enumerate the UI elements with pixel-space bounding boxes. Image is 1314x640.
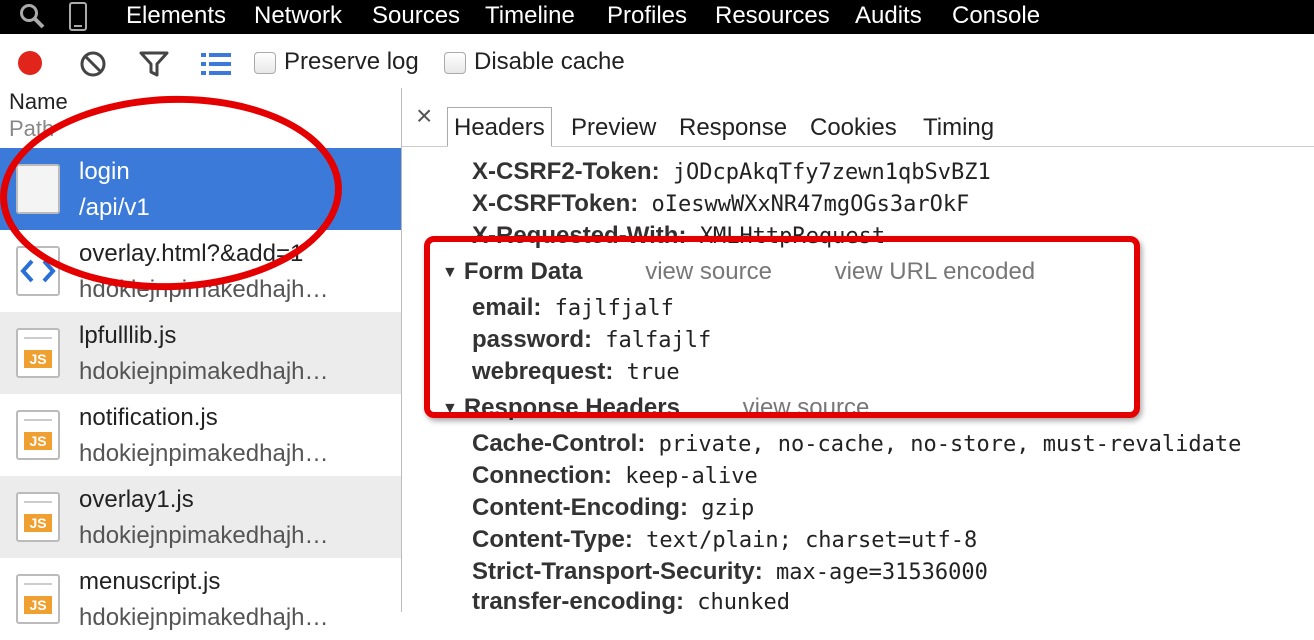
header-key: X-CSRFToken: (472, 190, 639, 217)
disable-cache-checkbox[interactable] (444, 52, 466, 74)
header-row: Cache-Control: private, no-cache, no-sto… (472, 430, 1241, 458)
header-value: oIeswwWXxNR47mgOGs3arOkF (651, 192, 970, 217)
device-mode-icon[interactable] (68, 2, 88, 37)
header-key: Content-Encoding: (472, 494, 688, 521)
header-row: X-CSRF2-Token: jODcpAkqTfy7zewn1qbSvBZ1 (472, 158, 991, 186)
header-value: chunked (697, 590, 790, 615)
tab-resources[interactable]: Resources (715, 0, 830, 34)
header-key: Content-Type: (472, 526, 633, 553)
preserve-log-checkbox[interactable] (254, 52, 276, 74)
request-name: lpfulllib.js (79, 322, 177, 349)
close-icon[interactable]: × (416, 100, 432, 132)
header-value: text/plain; charset=utf-8 (646, 528, 978, 553)
request-path: hdokiejnpimakedhajh… (79, 604, 329, 631)
request-name: notification.js (79, 404, 218, 431)
tab-sources[interactable]: Sources (372, 0, 460, 34)
header-value: private, no-cache, no-store, must-revali… (658, 432, 1242, 457)
request-name: menuscript.js (79, 568, 221, 595)
header-row: Content-Encoding: gzip (472, 494, 754, 522)
request-path: hdokiejnpimakedhajh… (79, 522, 329, 549)
column-header-name[interactable]: Name (9, 89, 68, 115)
header-row: Content-Type: text/plain; charset=utf-8 (472, 526, 977, 554)
request-row[interactable]: JS notification.js hdokiejnpimakedhajh… (0, 394, 401, 476)
header-key: Cache-Control: (472, 430, 646, 457)
js-file-icon: JS (14, 572, 62, 626)
disable-cache-label: Disable cache (474, 48, 625, 75)
tab-cookies[interactable]: Cookies (804, 112, 903, 144)
header-key: X-CSRF2-Token: (472, 158, 660, 185)
header-row: Connection: keep-alive (472, 462, 758, 490)
tab-preview[interactable]: Preview (565, 112, 662, 144)
tab-elements[interactable]: Elements (126, 0, 226, 34)
header-row: Strict-Transport-Security: max-age=31536… (472, 558, 988, 586)
form-data-highlight-box (424, 236, 1140, 418)
header-value: gzip (701, 496, 755, 521)
header-value: keep-alive (625, 464, 758, 489)
tab-network[interactable]: Network (254, 0, 342, 34)
clear-icon[interactable] (79, 50, 107, 83)
tab-response[interactable]: Response (673, 112, 793, 144)
header-value: jODcpAkqTfy7zewn1qbSvBZ1 (672, 160, 991, 185)
tab-timeline[interactable]: Timeline (485, 0, 575, 34)
request-path: hdokiejnpimakedhajh… (79, 440, 329, 467)
network-toolbar (0, 34, 1314, 88)
svg-text:JS: JS (29, 351, 46, 367)
tab-headers[interactable]: Headers (447, 107, 552, 147)
header-key: transfer-encoding: (472, 588, 685, 615)
header-key: Connection: (472, 462, 612, 489)
tab-console[interactable]: Console (952, 0, 1040, 34)
request-path: hdokiejnpimakedhajh… (79, 358, 329, 385)
record-icon[interactable] (17, 50, 43, 81)
request-name: overlay1.js (79, 486, 194, 513)
list-view-icon[interactable] (201, 52, 231, 81)
tab-profiles[interactable]: Profiles (607, 0, 687, 34)
js-file-icon: JS (14, 490, 62, 544)
details-tab-bar: × Headers Preview Response Cookies Timin… (402, 88, 1314, 147)
filter-icon[interactable] (139, 50, 169, 83)
tab-audits[interactable]: Audits (855, 0, 922, 34)
svg-text:JS: JS (29, 515, 46, 531)
search-icon[interactable] (18, 2, 46, 35)
request-row[interactable]: JS overlay1.js hdokiejnpimakedhajh… (0, 476, 401, 558)
header-key: Strict-Transport-Security: (472, 558, 763, 585)
devtools-tab-bar: Elements Network Sources Timeline Profil… (0, 0, 1314, 34)
svg-text:JS: JS (29, 597, 46, 613)
js-file-icon: JS (14, 326, 62, 380)
tab-timing[interactable]: Timing (917, 112, 1000, 144)
preserve-log-label: Preserve log (284, 48, 419, 75)
svg-text:JS: JS (29, 433, 46, 449)
request-row[interactable]: JS menuscript.js hdokiejnpimakedhajh… (0, 558, 401, 640)
js-file-icon: JS (14, 408, 62, 462)
header-row: X-CSRFToken: oIeswwWXxNR47mgOGs3arOkF (472, 190, 969, 218)
request-row[interactable]: JS lpfulllib.js hdokiejnpimakedhajh… (0, 312, 401, 394)
header-value: max-age=31536000 (775, 560, 988, 585)
